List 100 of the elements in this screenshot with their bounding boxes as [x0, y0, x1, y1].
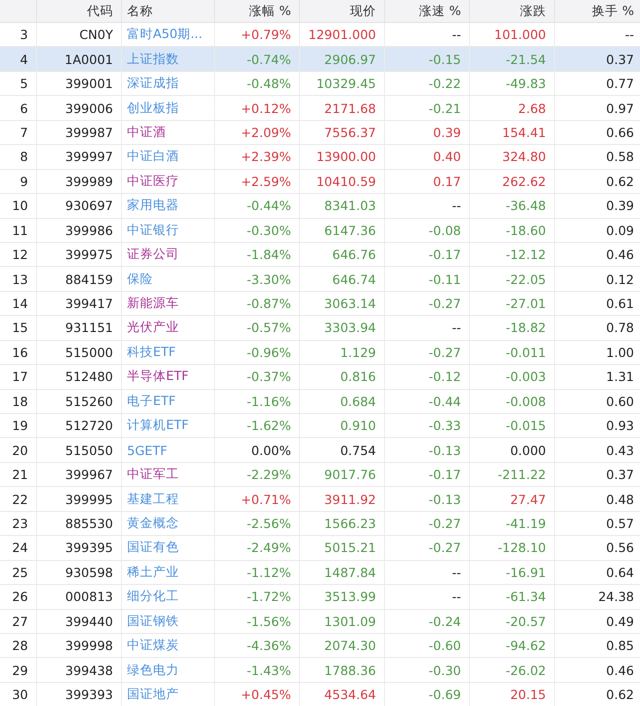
- table-row[interactable]: 27 399440 国证钢铁 -1.56% 1301.09 -0.24 -20.57 0.49: [0, 610, 640, 634]
- stock-name[interactable]: 证券公司: [127, 246, 179, 264]
- table-row[interactable]: 12 399975 证券公司 -1.84% 646.76 -0.17 -12.12 0.46: [0, 242, 640, 268]
- column-header[interactable]: 涨幅 %: [249, 2, 291, 20]
- table-row[interactable]: 21 399967 中证军工 -2.29% 9017.76 -0.17 -211.22 0.37: [0, 462, 640, 488]
- stock-code: 1A0001: [64, 52, 113, 67]
- table-cell: 0.85: [606, 638, 634, 654]
- table-row[interactable]: 19 512720 计算机ETF -1.62% 0.910 -0.33 -0.015 0.93: [0, 414, 640, 438]
- stock-code: 931151: [65, 320, 113, 336]
- stock-code: 399998: [65, 638, 113, 654]
- table-row[interactable]: 13 884159 保险 -3.30% 646.74 -0.11 -22.05 0.12: [0, 267, 640, 292]
- table-cell: 6147.36: [324, 222, 376, 238]
- stock-name[interactable]: 中证军工: [127, 466, 179, 484]
- table-cell: -49.83: [506, 76, 546, 92]
- stock-name[interactable]: 中证酒: [127, 124, 166, 141]
- table-cell: 2074.30: [324, 638, 376, 654]
- table-cell: 0.816: [340, 369, 376, 384]
- table-cell: -0.87%: [246, 296, 291, 312]
- row-number: 26: [12, 589, 28, 604]
- table-row[interactable]: 22 399995 基建工程 +0.71% 3911.92 -0.13 27.47 0.48: [0, 487, 640, 512]
- stock-code: 399001: [65, 76, 113, 92]
- table-cell: 0.93: [606, 418, 634, 434]
- table-cell: -18.82: [506, 320, 546, 336]
- table-row[interactable]: 9 399989 中证医疗 +2.59% 10410.59 0.17 262.62 0.62: [0, 170, 640, 194]
- table-row[interactable]: 10 930697 家用电器 -0.44% 8341.03 -- -36.48 0.39: [0, 194, 640, 218]
- column-header[interactable]: 名称: [127, 2, 153, 20]
- table-cell: -16.91: [506, 564, 546, 580]
- stock-code: 399417: [65, 296, 113, 312]
- table-row[interactable]: 20 515050 5GETF 0.00% 0.754 -0.13 0.000 0.43: [0, 438, 640, 463]
- column-header[interactable]: 涨速 %: [419, 2, 461, 20]
- table-row[interactable]: 6 399006 创业板指 +0.12% 2171.68 -0.21 2.68 0.97: [0, 96, 640, 121]
- table-row[interactable]: 18 515260 电子ETF -1.16% 0.684 -0.44 -0.008 0.60: [0, 390, 640, 414]
- table-cell: 2906.97: [324, 52, 376, 67]
- table-row[interactable]: 26 000813 细分化工 -1.72% 3513.99 -- -61.34 24.38: [0, 585, 640, 610]
- table-cell: -41.19: [506, 516, 546, 531]
- table-cell: 0.62: [606, 687, 634, 702]
- table-cell: 0.39: [606, 198, 634, 214]
- table-cell: -1.16%: [246, 394, 291, 409]
- table-row[interactable]: 24 399395 国证有色 -2.49% 5015.21 -0.27 -128.10 0.56: [0, 536, 640, 561]
- table-cell: 1.31: [606, 369, 634, 384]
- table-row[interactable]: 28 399998 中证煤炭 -4.36% 2074.30 -0.60 -94.62 0.85: [0, 634, 640, 658]
- stock-code: 399987: [65, 124, 113, 140]
- table-row[interactable]: 23 885530 黄金概念 -2.56% 1566.23 -0.27 -41.19 0.57: [0, 512, 640, 536]
- stock-name[interactable]: 光伏产业: [127, 319, 179, 336]
- stock-name[interactable]: 半导体ETF: [127, 368, 189, 386]
- table-row[interactable]: 8 399997 中证白酒 +2.39% 13900.00 0.40 324.80 0.58: [0, 145, 640, 170]
- table-cell: -0.27: [428, 540, 461, 556]
- table-cell: 0.60: [606, 394, 634, 409]
- table-cell: 0.62: [606, 174, 634, 189]
- stock-code: 515000: [65, 344, 113, 360]
- table-cell: 1566.23: [324, 516, 376, 531]
- table-row[interactable]: 30 399393 国证地产 +0.45% 4534.64 -0.69 20.15 0.62: [0, 682, 640, 706]
- table-cell: +0.45%: [240, 687, 291, 702]
- table-cell: -0.17: [428, 467, 461, 482]
- row-number: 20: [12, 442, 28, 458]
- table-row[interactable]: 17 512480 半导体ETF -0.37% 0.816 -0.12 -0.003 1.31: [0, 365, 640, 390]
- table-cell: 0.97: [606, 100, 634, 116]
- table-cell: -0.008: [506, 394, 546, 409]
- table-row[interactable]: 25 930598 稀土产业 -1.12% 1487.84 -- -16.91 0.64: [0, 560, 640, 586]
- table-cell: -22.05: [506, 272, 546, 287]
- table-row[interactable]: 14 399417 新能源车 -0.87% 3063.14 -0.27 -27.01 0.61: [0, 292, 640, 316]
- table-cell: 4534.64: [324, 687, 376, 702]
- table-cell: 0.40: [433, 149, 461, 164]
- stock-code: 512480: [65, 369, 113, 384]
- table-cell: -20.57: [506, 614, 546, 629]
- stock-name[interactable]: 新能源车: [127, 295, 179, 312]
- table-cell: 3911.92: [324, 492, 376, 507]
- table-cell: 3063.14: [324, 296, 376, 312]
- table-cell: 8341.03: [324, 198, 376, 214]
- table-row[interactable]: 5 399001 深证成指 -0.48% 10329.45 -0.22 -49.83 0.77: [0, 72, 640, 96]
- table-cell: 154.41: [502, 124, 546, 140]
- table-row[interactable]: 16 515000 科技ETF -0.96% 1.129 -0.27 -0.011 1.00: [0, 340, 640, 366]
- table-cell: +2.39%: [240, 149, 291, 164]
- table-cell: -0.27: [428, 296, 461, 312]
- table-row[interactable]: 4 1A0001 上证指数 -0.74% 2906.97 -0.15 -21.54 0.37: [0, 47, 640, 72]
- column-header[interactable]: 涨跌: [520, 2, 546, 20]
- row-number: 29: [12, 662, 28, 678]
- stock-code: CN0Y: [79, 27, 113, 42]
- table-cell: -1.56%: [246, 614, 291, 629]
- table-cell: -0.37%: [246, 369, 291, 384]
- table-cell: -0.12: [428, 369, 461, 384]
- column-header[interactable]: 代码: [87, 2, 113, 20]
- stock-code: 515050: [65, 442, 113, 458]
- stock-code: 399967: [65, 467, 113, 482]
- table-row[interactable]: 7 399987 中证酒 +2.09% 7556.37 0.39 154.41 0.66: [0, 120, 640, 146]
- table-cell: 0.37: [606, 467, 634, 482]
- row-number: 27: [12, 614, 28, 629]
- column-header[interactable]: 现价: [350, 2, 376, 20]
- row-number: 24: [12, 540, 28, 556]
- table-cell: -1.43%: [246, 662, 291, 678]
- table-cell: -0.96%: [246, 344, 291, 360]
- table-row[interactable]: 29 399438 绿色电力 -1.43% 1788.36 -0.30 -26.02 0.46: [0, 658, 640, 683]
- table-row[interactable]: 15 931151 光伏产业 -0.57% 3303.94 -- -18.82 0.78: [0, 316, 640, 341]
- table-cell: -0.44: [428, 394, 461, 409]
- table-cell: +2.09%: [240, 124, 291, 140]
- column-header[interactable]: 换手 %: [592, 2, 634, 20]
- table-cell: 0.64: [606, 564, 634, 580]
- table-cell: +0.12%: [240, 100, 291, 116]
- stock-name[interactable]: 中证医疗: [127, 172, 179, 190]
- table-row[interactable]: 11 399986 中证银行 -0.30% 6147.36 -0.08 -18.60 0.09: [0, 218, 640, 243]
